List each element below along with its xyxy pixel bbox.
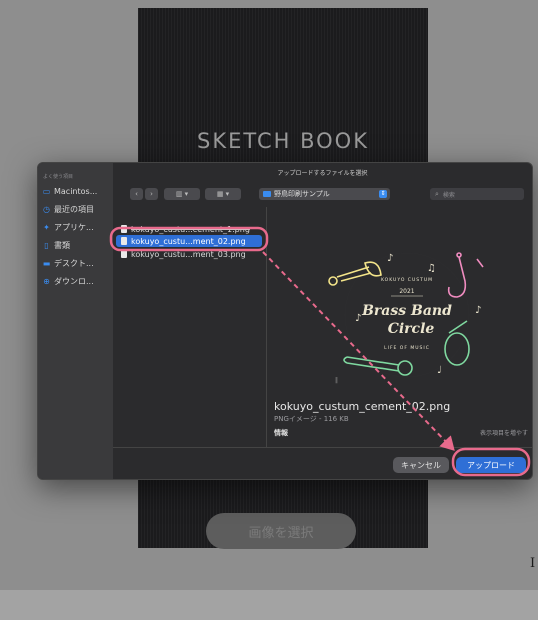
folder-icon bbox=[263, 191, 271, 197]
svg-text:♩: ♩ bbox=[437, 365, 442, 376]
art-brand: KOKUYO CUSTUM bbox=[381, 277, 433, 283]
side-letter: I bbox=[530, 556, 536, 571]
sidebar-item-recents[interactable]: ◷ 最近の項目 bbox=[42, 203, 94, 216]
document-icon: ▯ bbox=[44, 241, 49, 250]
sidebar-item-applications[interactable]: ✦ アプリケ... bbox=[42, 221, 94, 234]
sidebar-item-label: 書類 bbox=[54, 241, 70, 250]
chevron-right-icon: › bbox=[150, 190, 153, 198]
file-chooser-dialog: よく使う項目 ▭ Macintos... ◷ 最近の項目 ✦ アプリケ... ▯… bbox=[37, 162, 533, 480]
file-name: kokuyo_custu...ment_03.png bbox=[131, 249, 246, 259]
art-line2: Circle bbox=[388, 321, 435, 337]
dialog-footer: キャンセル アップロード bbox=[113, 447, 532, 479]
location-label: 野鳥印刷サンプル bbox=[274, 190, 330, 198]
preview-pane: ♪ ♫ ♪ ♪ ♩ KOKUYO CUSTUM 2021 Brass Band Cir… bbox=[267, 207, 532, 447]
forward-button[interactable]: › bbox=[145, 188, 158, 200]
preview-info-label: 情報 bbox=[274, 429, 288, 437]
sidebar-item-macintosh[interactable]: ▭ Macintos... bbox=[42, 185, 98, 198]
file-icon bbox=[121, 250, 127, 258]
sidebar-item-label: ダウンロ... bbox=[54, 277, 94, 286]
show-more-link[interactable]: 表示項目を増やす bbox=[480, 428, 528, 437]
location-popup[interactable]: 野鳥印刷サンプル ⇕ bbox=[259, 188, 390, 200]
notebook-title: SKETCH BOOK bbox=[197, 129, 369, 153]
sidebar-item-label: 最近の項目 bbox=[54, 205, 94, 214]
dialog-title: アップロードするファイルを選択 bbox=[277, 170, 368, 177]
file-name: kokuyo_custu...cement_1.png bbox=[131, 224, 250, 234]
sidebar-item-label: Macintos... bbox=[54, 187, 98, 196]
svg-text:♪: ♪ bbox=[355, 313, 361, 324]
file-row[interactable]: kokuyo_custu...ment_03.png bbox=[116, 248, 262, 260]
sidebar-item-downloads[interactable]: ⊕ ダウンロ... bbox=[42, 275, 94, 288]
file-row-selected[interactable]: kokuyo_custu...ment_02.png bbox=[116, 235, 262, 247]
file-icon bbox=[121, 237, 127, 245]
preview-thumbnail: ♪ ♫ ♪ ♪ ♩ KOKUYO CUSTUM 2021 Brass Band Cir… bbox=[328, 252, 484, 378]
saxophone-icon bbox=[447, 252, 484, 298]
hard-drive-icon: ▭ bbox=[42, 187, 51, 196]
search-input[interactable]: ⌕ 検索 bbox=[430, 188, 524, 200]
file-row[interactable]: kokuyo_custu...cement_1.png bbox=[116, 223, 262, 235]
file-list: kokuyo_custu...cement_1.png kokuyo_custu… bbox=[113, 207, 338, 447]
clock-icon: ◷ bbox=[43, 205, 50, 214]
chevron-updown-icon: ⇕ bbox=[379, 190, 387, 198]
download-icon: ⊕ bbox=[43, 277, 50, 286]
svg-text:♪: ♪ bbox=[475, 305, 481, 316]
apps-icon: ✦ bbox=[43, 223, 50, 232]
trombone-icon bbox=[343, 356, 413, 376]
view-columns-button[interactable]: ▥ ▾ bbox=[164, 188, 200, 200]
art-year: 2021 bbox=[399, 288, 414, 295]
sidebar-item-documents[interactable]: ▯ 書類 bbox=[42, 239, 70, 252]
view-grid-button[interactable]: ▦ ▾ bbox=[205, 188, 241, 200]
select-image-button[interactable]: 画像を選択 bbox=[206, 513, 356, 549]
back-button[interactable]: ‹ bbox=[130, 188, 143, 200]
preview-meta: PNGイメージ - 116 KB bbox=[274, 415, 349, 423]
art-line1: Brass Band bbox=[361, 303, 452, 319]
sidebar-item-label: デスクト... bbox=[54, 259, 94, 268]
sidebar-heading: よく使う項目 bbox=[43, 174, 74, 180]
svg-text:♪: ♪ bbox=[387, 253, 393, 264]
art-tagline: LIFE OF MUSIC bbox=[384, 345, 430, 351]
file-name: kokuyo_custu...ment_02.png bbox=[131, 236, 246, 246]
search-placeholder: 検索 bbox=[442, 191, 455, 199]
euphonium-icon bbox=[444, 320, 470, 366]
svg-text:♫: ♫ bbox=[427, 263, 436, 274]
chevron-left-icon: ‹ bbox=[135, 190, 138, 198]
toolbar: ‹ › ▥ ▾ ▦ ▾ 野鳥印刷サンプル ⇕ ⌕ 検索 bbox=[113, 177, 532, 207]
sidebar-item-desktop[interactable]: ▬ デスクト... bbox=[42, 257, 94, 270]
upload-button[interactable]: アップロード bbox=[456, 457, 526, 473]
page-footer-band bbox=[0, 590, 538, 620]
preview-filename: kokuyo_custum_cement_02.png bbox=[274, 400, 451, 413]
sidebar: よく使う項目 ▭ Macintos... ◷ 最近の項目 ✦ アプリケ... ▯… bbox=[38, 163, 113, 479]
file-icon bbox=[121, 225, 127, 233]
sidebar-item-label: アプリケ... bbox=[54, 223, 94, 232]
search-icon: ⌕ bbox=[435, 189, 439, 198]
cancel-button[interactable]: キャンセル bbox=[393, 457, 449, 473]
desktop-icon: ▬ bbox=[42, 259, 51, 268]
